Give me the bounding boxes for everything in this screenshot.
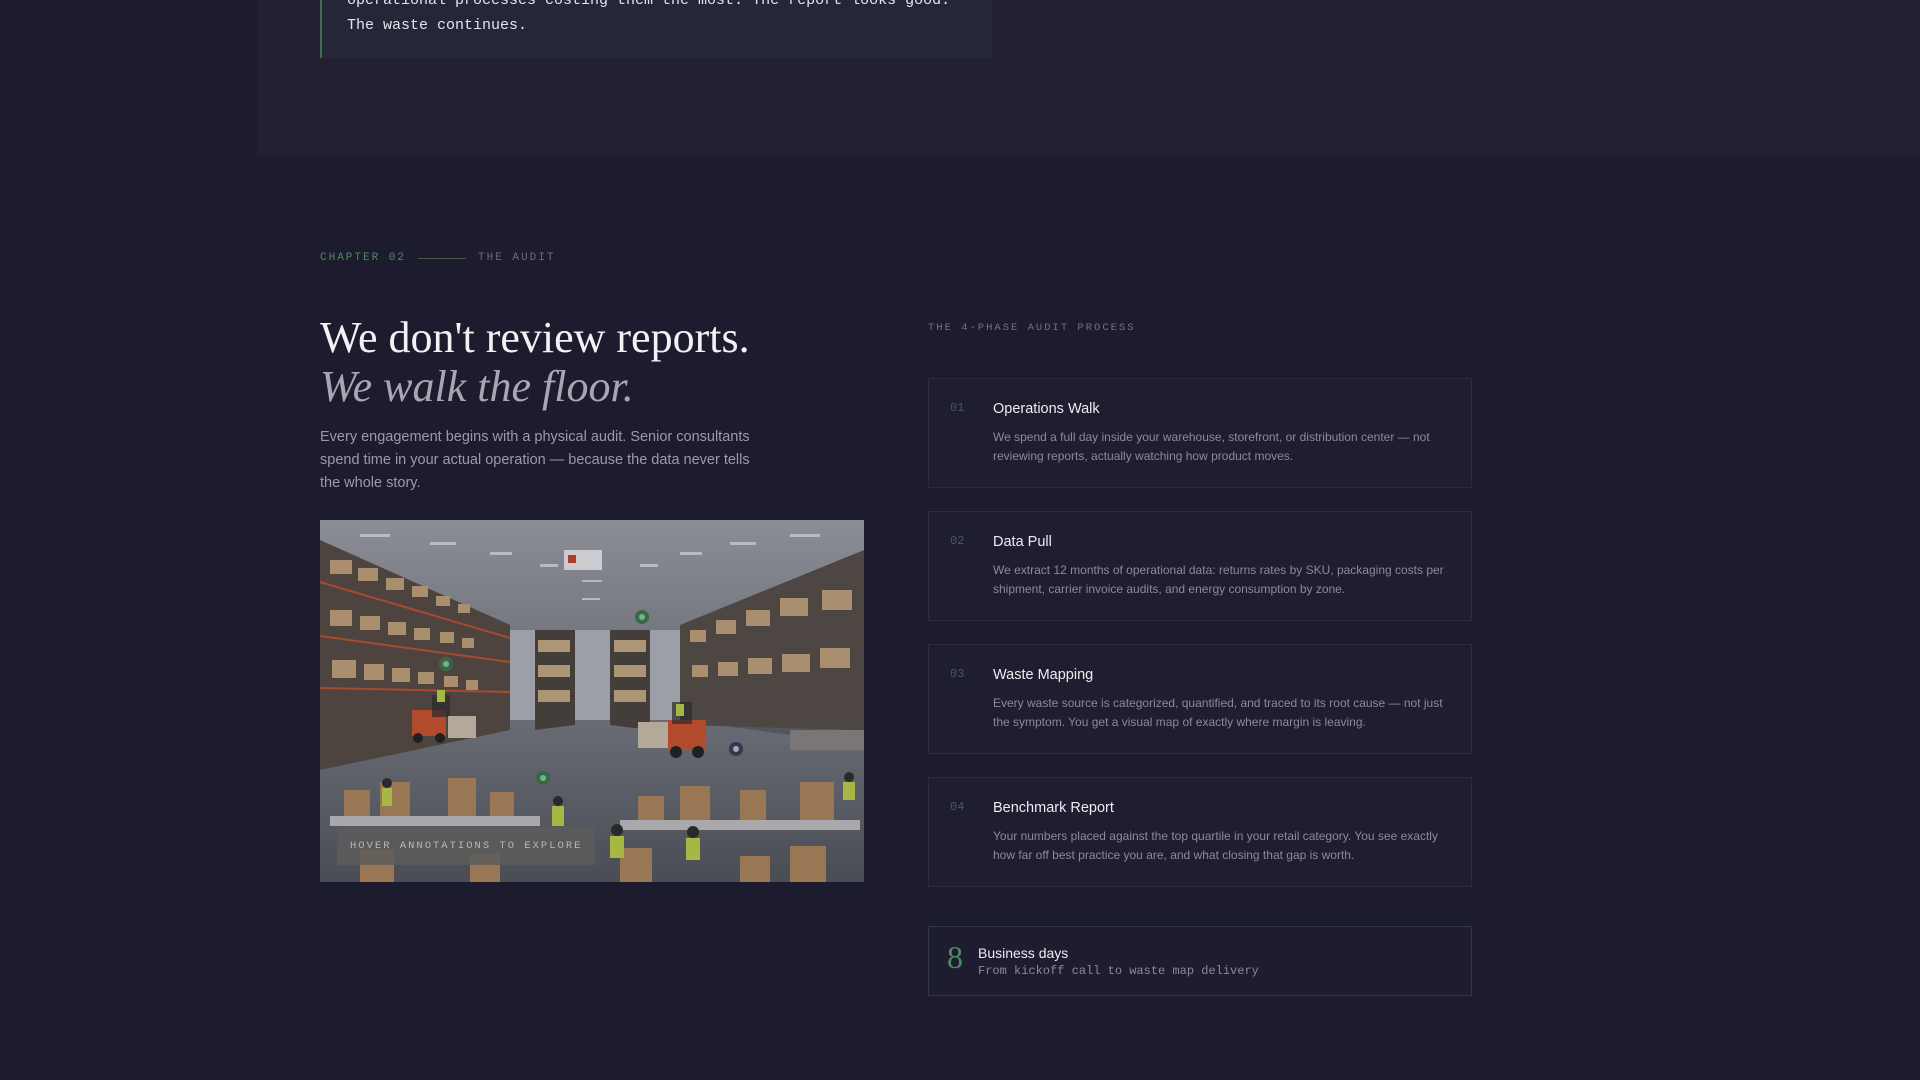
process-label: THE 4-PHASE AUDIT PROCESS (928, 322, 1136, 334)
quote-text: operational processes costing them the m… (347, 0, 951, 34)
chapter-eyebrow: CHAPTER 02 THE AUDIT (320, 252, 555, 264)
phase-title: Operations Walk (993, 401, 1100, 417)
chapter-divider (418, 257, 467, 259)
phase-number: 04 (950, 800, 965, 814)
summary-subtitle: From kickoff call to waste map delivery (978, 964, 1259, 978)
headline-line-1: We don't review reports. (320, 313, 750, 362)
chapter-name: THE AUDIT (478, 252, 556, 264)
phase-description: Every waste source is categorized, quant… (993, 696, 1443, 729)
phase-title: Benchmark Report (993, 800, 1114, 816)
phase-card: 02 Data Pull We extract 12 months of ope… (928, 511, 1472, 621)
photo-hint-badge: HOVER ANNOTATIONS TO EXPLORE (337, 827, 596, 865)
phase-number: 03 (950, 667, 965, 681)
section-headline: We don't review reports. We walk the flo… (320, 313, 750, 411)
warehouse-photo[interactable]: HOVER ANNOTATIONS TO EXPLORE (320, 520, 864, 882)
phase-description: We extract 12 months of operational data… (993, 563, 1444, 596)
phase-title: Waste Mapping (993, 667, 1094, 683)
phase-description: Your numbers placed against the top quar… (993, 829, 1438, 862)
quote-block: operational processes costing them the m… (320, 0, 992, 58)
phase-number: 02 (950, 534, 965, 548)
chapter-number: CHAPTER 02 (320, 252, 407, 264)
phase-number: 01 (950, 401, 965, 415)
summary-number: 8 (947, 939, 963, 975)
phase-card: 03 Waste Mapping Every waste source is c… (928, 644, 1472, 754)
headline-line-2: We walk the floor. (320, 362, 634, 411)
intro-paragraph: Every engagement begins with a physical … (320, 429, 750, 491)
phase-description: We spend a full day inside your warehous… (993, 430, 1430, 463)
phase-title: Data Pull (993, 534, 1052, 550)
timeline-summary: 8 Business days From kickoff call to was… (928, 926, 1472, 996)
summary-title: Business days (978, 945, 1069, 961)
phase-card: 01 Operations Walk We spend a full day i… (928, 378, 1472, 488)
phase-card: 04 Benchmark Report Your numbers placed … (928, 777, 1472, 887)
